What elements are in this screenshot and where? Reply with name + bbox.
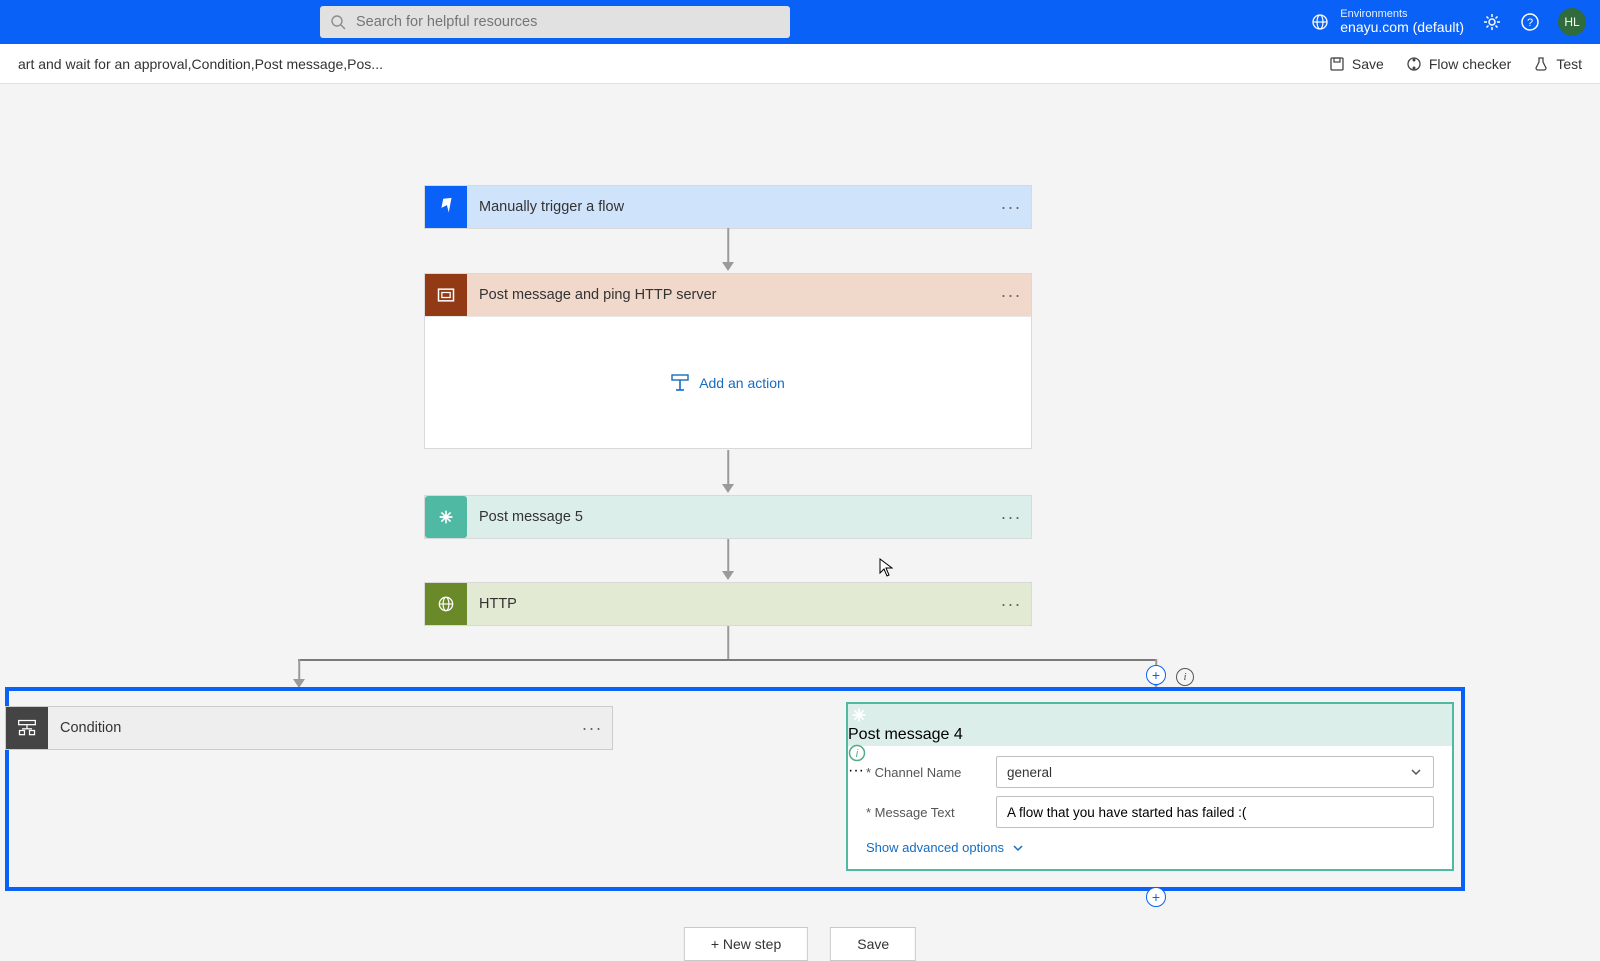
show-advanced-options[interactable]: Show advanced options: [866, 836, 1434, 861]
chevron-down-icon: [1011, 841, 1025, 855]
step-menu[interactable]: ···: [991, 285, 1031, 306]
http-title: HTTP: [467, 596, 991, 612]
env-label: Environments: [1340, 8, 1464, 20]
message-text-label: Message Text: [866, 805, 996, 820]
new-step-button[interactable]: + New step: [684, 927, 808, 961]
add-action-icon: [671, 374, 689, 392]
info-icon[interactable]: i: [1176, 668, 1194, 686]
scope-title: Post message and ping HTTP server: [467, 287, 991, 303]
save-label: Save: [1352, 56, 1384, 72]
message-text-input[interactable]: [996, 796, 1434, 828]
connector-arrow: [721, 450, 735, 495]
post-5-title: Post message 5: [467, 509, 991, 525]
trigger-title: Manually trigger a flow: [467, 199, 991, 215]
avatar[interactable]: HL: [1558, 8, 1586, 36]
message-text-field[interactable]: [1007, 805, 1423, 820]
connector-arrow: [721, 228, 735, 273]
advanced-options-label: Show advanced options: [866, 840, 1004, 855]
add-step-button[interactable]: +: [1146, 887, 1166, 907]
test-label: Test: [1556, 56, 1582, 72]
add-parallel-branch-button[interactable]: +: [1146, 665, 1166, 685]
branch-connector: [298, 659, 1156, 661]
step-menu[interactable]: ···: [572, 718, 612, 739]
save-button[interactable]: Save: [1329, 56, 1384, 72]
post-4-title: Post message 4: [848, 726, 963, 743]
top-bar: Environments enayu.com (default) ? HL: [0, 0, 1600, 44]
search-input[interactable]: [356, 14, 780, 30]
connector-arrow: [292, 659, 306, 689]
search-icon: [330, 14, 356, 30]
flow-checker-label: Flow checker: [1429, 56, 1511, 72]
parallel-branch-frame: Condition ··· Post message 4 i ··· Chann…: [5, 687, 1465, 891]
condition-step[interactable]: Condition ···: [5, 706, 613, 750]
flow-checker-button[interactable]: Flow checker: [1406, 56, 1511, 72]
flow-checker-icon: [1406, 56, 1422, 72]
command-bar: art and wait for an approval,Condition,P…: [0, 44, 1600, 84]
add-action-label: Add an action: [699, 375, 785, 391]
footer-buttons: + New step Save: [684, 927, 916, 961]
slack-icon: [848, 704, 1452, 726]
step-menu[interactable]: ···: [991, 507, 1031, 528]
chevron-down-icon: [1409, 765, 1423, 779]
step-menu[interactable]: ···: [991, 594, 1031, 615]
trigger-icon: [425, 186, 467, 228]
step-menu[interactable]: ···: [991, 197, 1031, 218]
post-message-4-step[interactable]: Post message 4 i ··· Channel Name genera…: [846, 702, 1454, 871]
channel-name-select[interactable]: general: [996, 756, 1434, 788]
post-4-body: Channel Name general Message Text Show a…: [848, 746, 1452, 869]
save-icon: [1329, 56, 1345, 72]
channel-name-value: general: [1007, 765, 1052, 780]
save-flow-button[interactable]: Save: [830, 927, 916, 961]
connector-line: [721, 626, 735, 659]
condition-title: Condition: [48, 720, 572, 736]
help-icon[interactable]: ?: [1520, 12, 1540, 32]
trigger-step[interactable]: Manually trigger a flow ···: [424, 185, 1032, 229]
env-value: enayu.com (default): [1340, 20, 1464, 35]
post-message-5-step[interactable]: Post message 5 ···: [424, 495, 1032, 539]
connector-arrow: [721, 539, 735, 582]
condition-icon: [6, 707, 48, 749]
scope-icon: [425, 274, 467, 316]
breadcrumb: art and wait for an approval,Condition,P…: [18, 56, 383, 72]
gear-icon[interactable]: [1482, 12, 1502, 32]
test-icon: [1533, 56, 1549, 72]
add-action-button[interactable]: Add an action: [671, 374, 785, 392]
environment-icon: [1310, 12, 1330, 32]
flow-canvas[interactable]: Manually trigger a flow ··· Post message…: [0, 84, 1600, 900]
test-button[interactable]: Test: [1533, 56, 1582, 72]
slack-icon: [425, 496, 467, 538]
globe-icon: [425, 583, 467, 625]
environment-picker[interactable]: Environments enayu.com (default): [1310, 8, 1464, 35]
channel-name-label: Channel Name: [866, 765, 996, 780]
step-menu[interactable]: ···: [848, 762, 864, 779]
search-box[interactable]: [320, 6, 790, 38]
scope-body: Add an action: [425, 316, 1031, 448]
http-step[interactable]: HTTP ···: [424, 582, 1032, 626]
svg-text:?: ?: [1527, 17, 1533, 29]
scope-step[interactable]: Post message and ping HTTP server ··· Ad…: [424, 273, 1032, 449]
